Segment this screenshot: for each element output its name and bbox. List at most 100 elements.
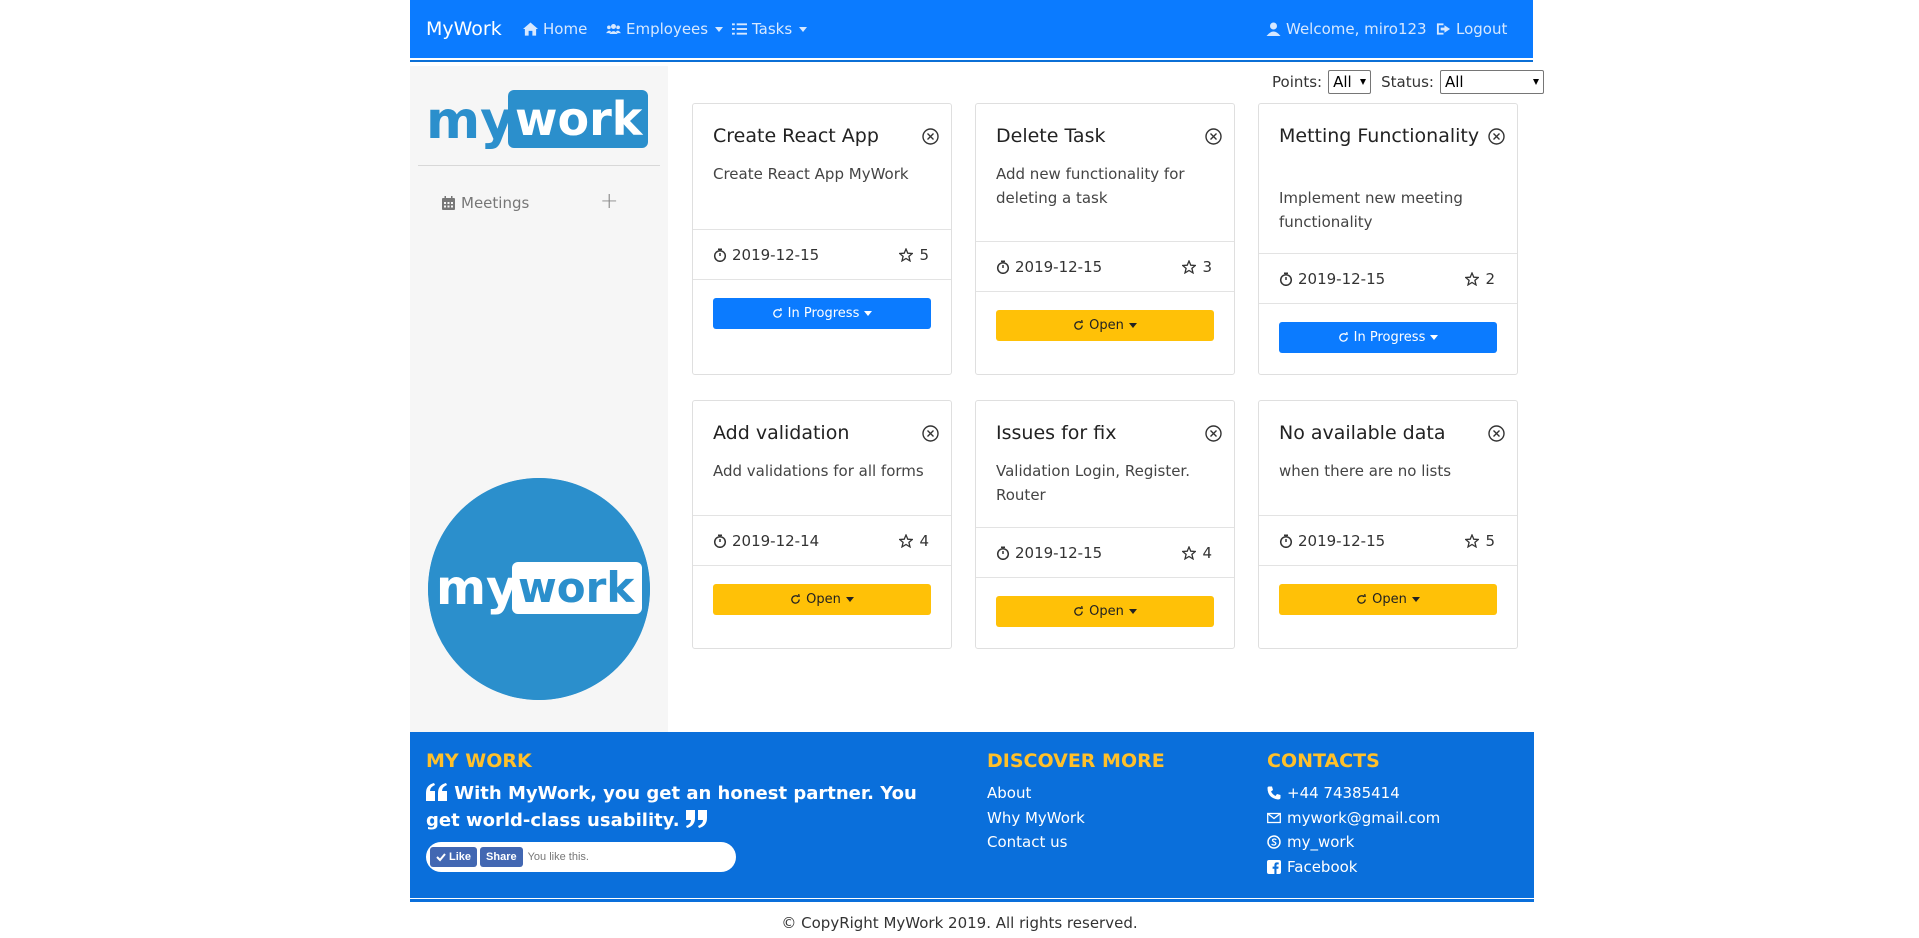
close-circle-icon[interactable] [1205, 128, 1222, 145]
contact-facebook-value: Facebook [1287, 857, 1358, 876]
task-description: Create React App MyWork [713, 165, 909, 183]
contact-phone-value: +44 74385414 [1287, 784, 1400, 802]
stopwatch-icon [713, 534, 727, 548]
navbar-divider [410, 58, 1533, 62]
contact-email[interactable]: mywork@gmail.com [1267, 806, 1440, 831]
sign-out-icon [1436, 23, 1451, 35]
select-arrow-icon [1532, 79, 1539, 85]
brand-link[interactable]: MyWork [426, 18, 502, 40]
close-circle-icon[interactable] [1205, 425, 1222, 442]
task-date-value: 2019-12-15 [1015, 258, 1103, 276]
stopwatch-icon [996, 546, 1010, 560]
task-date-value: 2019-12-15 [1298, 270, 1386, 288]
status-dropdown-button[interactable]: Open [713, 584, 931, 615]
mywork-round-logo: my work [428, 478, 650, 700]
footer-link-why[interactable]: Why MyWork [987, 806, 1085, 831]
stopwatch-icon [713, 248, 727, 262]
logout-link[interactable]: Logout [1436, 20, 1507, 38]
card-divider [1259, 565, 1517, 566]
status-dropdown-button[interactable]: Open [996, 310, 1214, 341]
card-divider [693, 515, 951, 516]
points-filter-select[interactable]: All [1328, 70, 1372, 94]
task-date-value: 2019-12-15 [732, 246, 820, 264]
task-card: Metting Functionality Implement new meet… [1258, 103, 1518, 375]
status-dropdown-button[interactable]: Open [996, 596, 1214, 627]
task-card: Create React App Create React App MyWork… [692, 103, 952, 375]
status-dropdown-button[interactable]: In Progress [713, 298, 931, 329]
contact-skype[interactable]: my_work [1267, 830, 1440, 855]
status-label: Open [1089, 604, 1124, 619]
add-meeting-button[interactable]: + [600, 190, 618, 214]
footer-quote-text: With MyWork, you get an honest partner. … [426, 783, 917, 831]
stopwatch-icon [996, 260, 1010, 274]
contact-phone[interactable]: +44 74385414 [1267, 781, 1440, 806]
task-card: Issues for fix Validation Login, Registe… [975, 400, 1235, 649]
nav-employees-dropdown[interactable]: Employees [606, 20, 724, 38]
status-label: Open [1089, 318, 1124, 333]
nav-tasks-dropdown[interactable]: Tasks [732, 20, 808, 38]
footer-divider [410, 898, 1534, 902]
chevron-down-icon [864, 311, 873, 316]
task-title: Create React App [713, 125, 879, 147]
task-points-value: 3 [1202, 258, 1212, 276]
task-points: 4 [899, 532, 929, 550]
calendar-icon [442, 196, 455, 210]
task-description: when there are no lists [1279, 462, 1452, 480]
navbar: MyWork Home Employees Tasks Welcome, mir… [410, 0, 1533, 58]
status-filter-select[interactable]: All [1439, 70, 1544, 94]
close-circle-icon[interactable] [1488, 128, 1505, 145]
star-icon [899, 534, 914, 548]
tasks-icon [732, 23, 747, 35]
close-circle-icon[interactable] [1488, 425, 1505, 442]
points-filter-value: All [1333, 73, 1352, 91]
footer-heading-discover: DISCOVER MORE [987, 750, 1165, 772]
footer-link-contact[interactable]: Contact us [987, 830, 1085, 855]
home-icon [523, 22, 538, 36]
footer-link-about[interactable]: About [987, 781, 1085, 806]
status-dropdown-button[interactable]: In Progress [1279, 322, 1497, 353]
points-filter-label: Points: [1272, 73, 1323, 91]
task-points: 4 [1182, 544, 1212, 562]
discover-links: About Why MyWork Contact us [987, 781, 1085, 855]
card-divider [976, 291, 1234, 292]
contacts-list: +44 74385414 mywork@gmail.com my_work Fa… [1267, 781, 1440, 879]
task-date-value: 2019-12-14 [732, 532, 820, 550]
copyright: © CopyRight MyWork 2019. All rights rese… [781, 914, 1138, 932]
sidebar-item-meetings[interactable]: Meetings [442, 194, 529, 212]
close-circle-icon[interactable] [922, 425, 939, 442]
welcome-user[interactable]: Welcome, miro123 [1266, 20, 1427, 38]
chevron-down-icon [799, 26, 808, 32]
chevron-down-icon [1128, 323, 1137, 328]
task-date-value: 2019-12-15 [1015, 544, 1103, 562]
status-filter-value: All [1444, 73, 1464, 91]
footer-heading-mywork: MY WORK [426, 750, 532, 772]
task-points-value: 2 [1485, 270, 1495, 288]
fb-like-button[interactable]: Like [430, 847, 478, 867]
task-date: 2019-12-15 [713, 246, 819, 264]
status-label: Open [806, 592, 841, 607]
refresh-icon [791, 594, 801, 604]
task-date: 2019-12-15 [996, 258, 1102, 276]
task-points-value: 5 [1485, 532, 1495, 550]
nav-home[interactable]: Home [523, 20, 587, 38]
footer: MY WORK With MyWork, you get an honest p… [410, 732, 1534, 899]
star-icon [899, 248, 914, 262]
mywork-logo: my work [426, 90, 648, 151]
close-circle-icon[interactable] [922, 128, 939, 145]
status-filter-label: Status: [1381, 73, 1434, 91]
task-title: Add validation [713, 422, 850, 444]
chevron-down-icon [1411, 597, 1420, 602]
task-filters: Points: All Status: All [1272, 70, 1544, 94]
task-title: Issues for fix [996, 422, 1117, 444]
task-points: 2 [1465, 270, 1495, 288]
card-divider [976, 241, 1234, 242]
card-divider [1259, 303, 1517, 304]
star-icon [1465, 534, 1480, 548]
refresh-icon [772, 308, 782, 318]
status-dropdown-button[interactable]: Open [1279, 584, 1497, 615]
fb-share-button[interactable]: Share [480, 847, 523, 867]
logo-text-work: work [515, 92, 644, 146]
nav-tasks-label: Tasks [752, 20, 793, 38]
contact-facebook[interactable]: Facebook [1267, 855, 1440, 880]
card-divider [693, 565, 951, 566]
